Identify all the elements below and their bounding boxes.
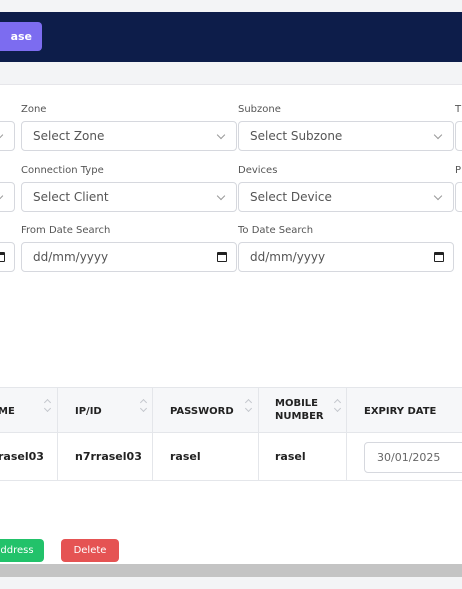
cell-ip-id: n7rrasel03 <box>75 450 142 463</box>
devices-select-value: Select Device <box>250 190 332 204</box>
top-header-bar <box>0 12 462 62</box>
horizontal-scrollbar[interactable] <box>0 564 462 577</box>
partial-select-left-2[interactable] <box>0 182 15 212</box>
column-header-expiry-date[interactable]: EXPIRY DATE <box>364 405 436 418</box>
subzone-label: Subzone <box>238 104 281 115</box>
table-header: ME IP/ID PASSWORD MOBILE NUMBER EXPIRY D… <box>0 387 462 433</box>
column-divider <box>152 388 153 432</box>
calendar-icon[interactable] <box>434 252 444 262</box>
column-divider <box>258 388 259 432</box>
column-divider <box>346 388 347 432</box>
column-divider <box>346 433 347 480</box>
subzone-select[interactable]: Select Subzone <box>238 121 454 151</box>
sort-icon[interactable] <box>140 400 148 412</box>
calendar-icon[interactable] <box>217 252 227 262</box>
column-divider <box>57 388 58 432</box>
zone-select[interactable]: Select Zone <box>21 121 237 151</box>
cell-name: rasel03 <box>0 450 44 463</box>
devices-select[interactable]: Select Device <box>238 182 454 212</box>
partial-label-p: P <box>455 165 462 176</box>
zone-label: Zone <box>21 104 47 115</box>
column-header-ip-id[interactable]: IP/ID <box>75 405 102 418</box>
column-divider <box>57 433 58 480</box>
column-divider <box>152 433 153 480</box>
sort-icon[interactable] <box>334 400 342 412</box>
sort-icon[interactable] <box>44 400 52 412</box>
column-header-mobile-number[interactable]: MOBILE NUMBER <box>275 397 324 423</box>
column-header-password[interactable]: PASSWORD <box>170 405 234 418</box>
case-button-label: ase <box>10 30 32 43</box>
column-header-name[interactable]: ME <box>0 405 15 418</box>
from-date-value: dd/mm/yyyy <box>33 250 109 264</box>
partial-select-right-2[interactable] <box>455 182 462 212</box>
connection-type-label: Connection Type <box>21 165 104 176</box>
partial-select-left-1[interactable] <box>0 121 15 151</box>
partial-select-right-1[interactable] <box>455 121 462 151</box>
zone-select-value: Select Zone <box>33 129 105 143</box>
expiry-date-value: 30/01/2025 <box>377 451 441 464</box>
case-button[interactable]: ase <box>0 22 42 51</box>
cell-mobile: rasel <box>275 450 306 463</box>
delete-button[interactable]: Delete <box>61 539 119 562</box>
partial-label-t: T <box>455 104 462 115</box>
expiry-date-input[interactable]: 30/01/2025 <box>364 442 462 473</box>
from-date-input[interactable]: dd/mm/yyyy <box>21 242 237 272</box>
filter-panel: Zone Select Zone Subzone Select Subzone … <box>0 84 462 386</box>
column-divider <box>258 433 259 480</box>
connection-type-select[interactable]: Select Client <box>21 182 237 212</box>
sort-icon[interactable] <box>245 400 253 412</box>
table-row: rasel03 n7rrasel03 rasel rasel 30/01/202… <box>0 433 462 481</box>
calendar-icon[interactable] <box>0 252 5 262</box>
partial-date-left[interactable] <box>0 242 15 272</box>
connection-type-value: Select Client <box>33 190 109 204</box>
mobile-header-line2: NUMBER <box>275 411 324 422</box>
users-table: ME IP/ID PASSWORD MOBILE NUMBER EXPIRY D… <box>0 386 462 564</box>
to-date-value: dd/mm/yyyy <box>250 250 326 264</box>
cell-password: rasel <box>170 450 201 463</box>
address-button[interactable]: ddress <box>0 539 44 562</box>
delete-button-label: Delete <box>73 545 107 556</box>
address-button-label: ddress <box>0 545 34 556</box>
mobile-header-line1: MOBILE <box>275 398 318 409</box>
to-date-label: To Date Search <box>238 225 314 236</box>
devices-label: Devices <box>238 165 278 176</box>
from-date-label: From Date Search <box>21 225 111 236</box>
to-date-input[interactable]: dd/mm/yyyy <box>238 242 454 272</box>
subzone-select-value: Select Subzone <box>250 129 343 143</box>
